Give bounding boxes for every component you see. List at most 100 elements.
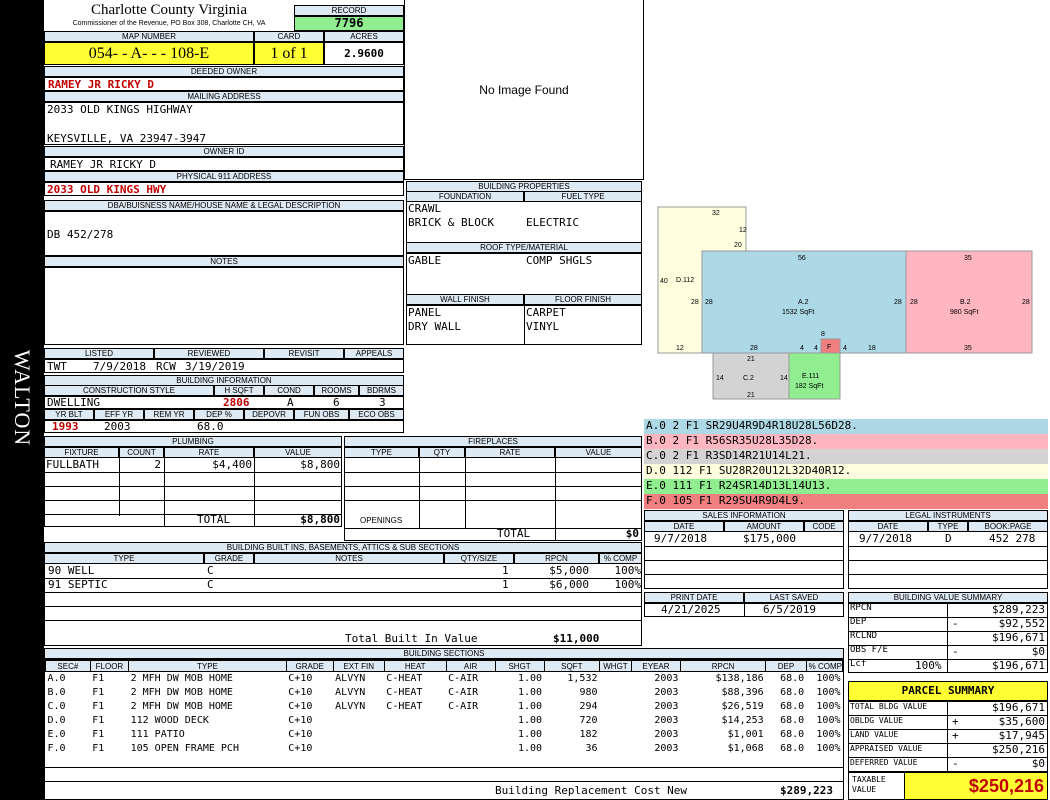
svg-text:4: 4 xyxy=(800,345,804,352)
section-cell: 1.00 xyxy=(518,687,543,698)
depreciation: 68.0 xyxy=(197,420,224,433)
builtin-type-header: TYPE xyxy=(44,553,204,564)
construction-style: DWELLING xyxy=(47,396,100,409)
svg-text:14: 14 xyxy=(780,375,788,382)
builtin-rpcn: $6,000 xyxy=(549,578,589,591)
ps-label: APPRAISED VALUE xyxy=(850,744,923,753)
svg-text:A.2: A.2 xyxy=(798,299,809,306)
svg-text:28: 28 xyxy=(910,299,918,306)
section-cell: $26,519 xyxy=(721,701,764,712)
dba-box: DB 452/278 xyxy=(44,211,404,256)
county-name: Charlotte County Virginia xyxy=(90,2,248,18)
dba-text: DB 452/278 xyxy=(47,228,114,241)
plumbing-rate-header: RATE xyxy=(164,447,254,458)
sections-title: BUILDING SECTIONS xyxy=(44,648,844,659)
office-address: Commissioner of the Revenue, PO Box 308,… xyxy=(72,20,266,27)
svg-text:1532 SqFt: 1532 SqFt xyxy=(782,309,814,316)
svg-text:D.112: D.112 xyxy=(676,277,694,284)
roof-material: COMP SHGLS xyxy=(526,254,593,267)
section-cell: C+10 xyxy=(288,673,313,685)
builtins-total: $11,000 xyxy=(553,632,600,645)
dep-label: DEP % xyxy=(194,409,244,420)
col-dep: DEP xyxy=(765,660,807,672)
wall-finish-label: WALL FINISH xyxy=(406,294,524,305)
section-cell: F1 xyxy=(92,743,105,754)
section-row: D.0 F1 112 WOOD DECK C+10 1.00 720 2003 $14,253… xyxy=(46,714,843,728)
svg-text:20: 20 xyxy=(734,242,742,249)
legal-book-header: BOOK:PAGE xyxy=(968,521,1048,532)
ps-label: TOTAL BLDG VALUE xyxy=(850,702,928,711)
section-cell xyxy=(600,742,632,756)
bdrms-label: BDRMS xyxy=(359,385,404,396)
svg-text:980 SqFt: 980 SqFt xyxy=(950,309,978,316)
sales-amount-header: AMOUNT xyxy=(724,521,804,532)
svg-text:4: 4 xyxy=(814,345,818,352)
section-cell xyxy=(333,742,384,756)
openings-label: OPENINGS xyxy=(360,516,403,525)
section-cell: C-AIR xyxy=(448,687,479,698)
physical-address: 2033 OLD KINGS HWY xyxy=(44,182,404,196)
builtin-comp: 100% xyxy=(614,564,642,577)
print-date: 4/21/2025 xyxy=(661,603,721,616)
wall-finish-2: DRY WALL xyxy=(408,320,461,333)
ps-value: $35,600 xyxy=(998,715,1045,728)
col-rpcn: RPCN xyxy=(679,660,767,672)
reviewed-by: RCW xyxy=(156,360,176,373)
print-date-label: PRINT DATE xyxy=(644,592,744,603)
appeals-label: APPEALS xyxy=(344,348,404,359)
roof-box: GABLE COMP SHGLS xyxy=(406,253,642,295)
section-cell: ALVYN xyxy=(335,701,366,712)
vs-value: $0 xyxy=(1031,645,1045,658)
legal-date: 9/7/2018 xyxy=(859,532,912,545)
builtin-grade-header: GRADE xyxy=(204,553,254,564)
sales-table: DATE AMOUNT CODE 9/7/2018 $175,000 xyxy=(644,521,844,589)
col-type: TYPE xyxy=(128,660,287,672)
fireplace-rate-header: RATE xyxy=(465,447,555,458)
builtin-comp: 100% xyxy=(614,578,642,591)
section-cell xyxy=(446,714,495,728)
section-cell: $138,186 xyxy=(715,673,764,685)
svg-text:28: 28 xyxy=(691,299,699,306)
section-cell: 2003 xyxy=(654,701,679,712)
roof-type: GABLE xyxy=(408,254,442,267)
vs-label: RCLND xyxy=(850,631,878,641)
section-cell xyxy=(333,714,384,728)
fireplaces-title: FIREPLACES xyxy=(344,436,642,447)
svg-text:21: 21 xyxy=(747,356,755,363)
vector-row-f: F.0 105 F1 R29SU4R9D4L9. xyxy=(644,494,1048,509)
bedrooms: 3 xyxy=(379,396,386,409)
vs-value: $92,552 xyxy=(998,617,1045,630)
mailing-line-2: KEYSVILLE, VA 23947-3947 xyxy=(47,132,206,145)
section-cell: F1 xyxy=(92,701,105,712)
section-cell: F1 xyxy=(92,715,105,726)
section-cell: F1 xyxy=(92,687,105,698)
section-cell: $1,068 xyxy=(727,743,764,754)
vs-value: $289,223 xyxy=(992,603,1045,616)
construction-label: CONSTRUCTION STYLE xyxy=(44,385,214,396)
plumbing-fixture-header: FIXTURE xyxy=(44,447,119,458)
section-cell: 2003 xyxy=(654,687,679,698)
floor-finish-2: VINYL xyxy=(526,320,560,333)
section-cell: C.0 xyxy=(47,701,66,712)
rooms: 6 xyxy=(333,396,340,409)
section-cell: 100% xyxy=(816,673,841,685)
section-cell: 1.00 xyxy=(518,743,543,754)
section-cell xyxy=(446,742,495,756)
taxable-value-bg: $250,216 xyxy=(904,773,1047,799)
depovr-label: DEPOVR xyxy=(244,409,294,420)
foundation-1: CRAWL xyxy=(408,202,442,215)
vs-value: $196,671 xyxy=(992,631,1045,644)
parcel-summary-title: PARCEL SUMMARY xyxy=(848,681,1048,701)
sidebar: WALTON xyxy=(0,0,44,800)
sales-code-header: CODE xyxy=(804,521,844,532)
svg-text:F: F xyxy=(827,344,831,351)
col-shgt: SHGT xyxy=(494,660,545,672)
svg-text:32: 32 xyxy=(712,210,720,217)
floor-finish-1: CARPET xyxy=(526,306,566,319)
wall-finish-1: PANEL xyxy=(408,306,442,319)
builtin-notes-header: NOTES xyxy=(254,553,444,564)
sales-title: SALES INFORMATION xyxy=(644,510,844,521)
section-cell: B.0 xyxy=(47,687,66,698)
section-row: A.0 F1 2 MFH DW MOB HOME C+10 ALVYN C-HEAT C-A… xyxy=(46,672,843,686)
section-cell: 111 PATIO xyxy=(130,729,185,740)
